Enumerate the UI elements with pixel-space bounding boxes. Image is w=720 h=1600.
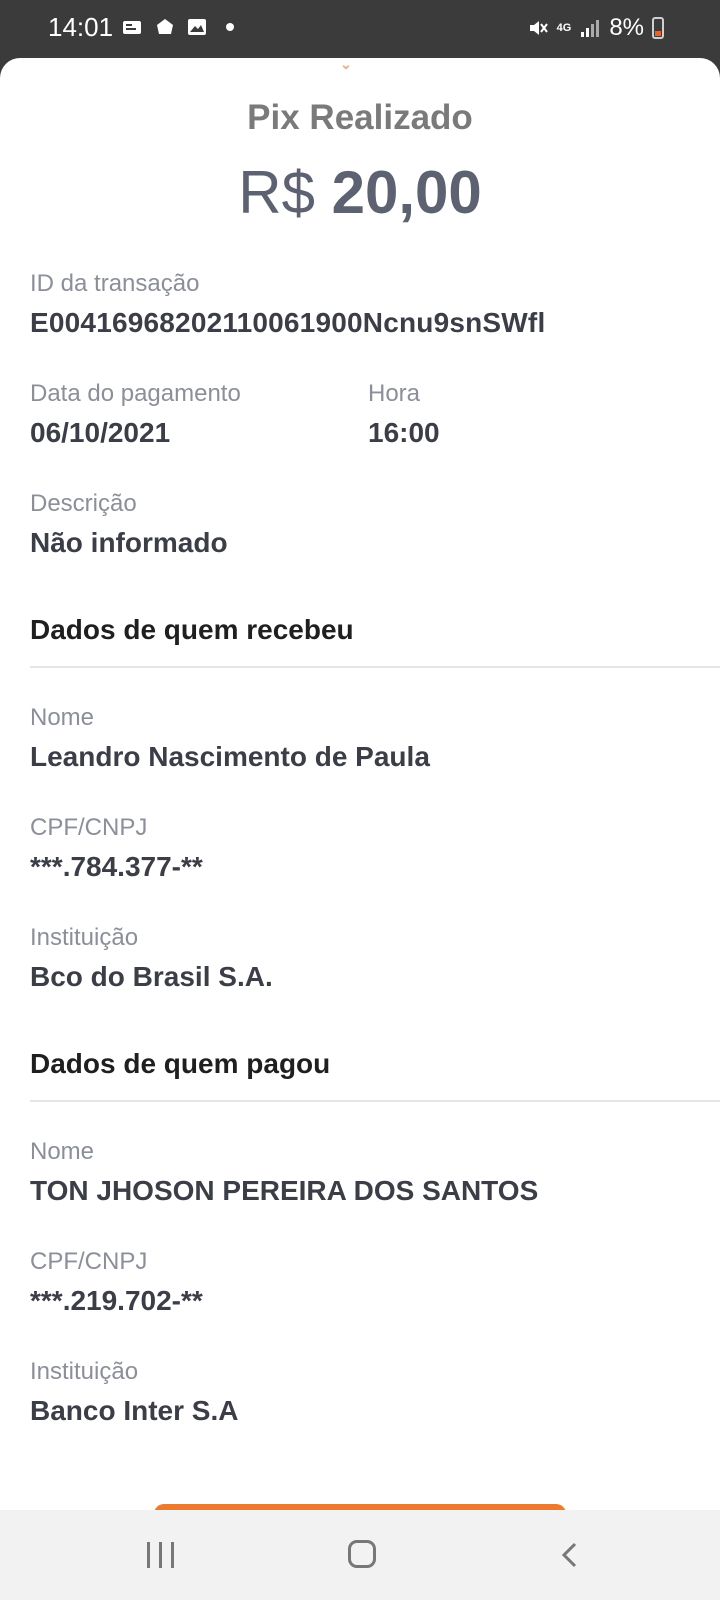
- payer-divider: [30, 1100, 720, 1102]
- recipient-name-label: Nome: [30, 704, 95, 731]
- status-bar: 14:01 4G 8%: [0, 0, 720, 58]
- back-button[interactable]: [555, 1540, 585, 1570]
- recipient-doc-value: ***.784.377-**: [30, 851, 203, 882]
- home-button[interactable]: [348, 1540, 376, 1568]
- payer-name-field: Nome TON JHOSON PEREIRA DOS SANTOS: [30, 1138, 538, 1208]
- recipient-name-field: Nome Leandro Nascimento de Paula: [30, 704, 430, 774]
- network-type: 4G: [556, 21, 572, 34]
- status-notification-icons: [122, 16, 234, 38]
- description-label: Descrição: [30, 490, 137, 517]
- dot-icon: [226, 23, 234, 31]
- payer-doc-field: CPF/CNPJ ***.219.702-**: [30, 1248, 203, 1318]
- recipient-institution-label: Instituição: [30, 924, 139, 951]
- signal-icon: [581, 20, 600, 37]
- payer-institution-value: Banco Inter S.A: [30, 1395, 239, 1426]
- recipient-divider: [30, 666, 720, 668]
- transaction-id-value: E00416968202110061900Ncnu9snSWfl: [30, 307, 546, 338]
- recipient-institution-field: Instituição Bco do Brasil S.A.: [30, 924, 273, 994]
- recipient-doc-field: CPF/CNPJ ***.784.377-**: [30, 814, 203, 884]
- recents-bar-icon: [147, 1542, 150, 1568]
- payment-date-label: Data do pagamento: [30, 380, 241, 407]
- recents-bar-icon: [159, 1542, 162, 1568]
- transaction-id-field: ID da transação E00416968202110061900Ncn…: [30, 270, 545, 340]
- mute-icon: [529, 21, 548, 35]
- payer-name-value: TON JHOSON PEREIRA DOS SANTOS: [30, 1175, 539, 1206]
- payment-date-value: 06/10/2021: [30, 417, 171, 448]
- payer-section-title: Dados de quem pagou: [30, 1048, 331, 1079]
- description-field: Descrição Não informado: [30, 490, 228, 560]
- receipt-title: Pix Realizado: [247, 98, 473, 137]
- recent-apps-button[interactable]: [147, 1542, 174, 1568]
- payer-doc-label: CPF/CNPJ: [30, 1248, 148, 1275]
- payment-date-field: Data do pagamento 06/10/2021: [30, 380, 241, 450]
- payment-time-label: Hora: [368, 380, 421, 407]
- amount-currency: R$: [238, 159, 315, 226]
- image-icon: [188, 19, 206, 35]
- payer-doc-value: ***.219.702-**: [30, 1285, 203, 1316]
- recipient-name-value: Leandro Nascimento de Paula: [30, 741, 430, 772]
- navigation-bar: [0, 1510, 720, 1600]
- battery-icon: [652, 17, 664, 39]
- recipient-institution-value: Bco do Brasil S.A.: [30, 961, 273, 992]
- payer-institution-label: Instituição: [30, 1358, 139, 1385]
- receipt-amount: R$ 20,00: [0, 158, 720, 227]
- transaction-id-label: ID da transação: [30, 270, 200, 297]
- payment-time-field: Hora 16:00: [368, 380, 440, 450]
- recents-bar-icon: [171, 1542, 174, 1568]
- receipt-card: ⌄ Pix Realizado R$ 20,00 ID da transação…: [0, 58, 720, 1510]
- payment-time-value: 16:00: [368, 417, 440, 448]
- notification-icon: [123, 21, 141, 34]
- status-system-icons: 4G 8%: [527, 14, 664, 42]
- payer-institution-field: Instituição Banco Inter S.A: [30, 1358, 238, 1428]
- amount-value: 20,00: [331, 159, 482, 226]
- status-time: 14:01: [48, 12, 114, 42]
- recipient-section-title: Dados de quem recebeu: [30, 614, 354, 645]
- description-value: Não informado: [30, 527, 228, 558]
- notification-icon: [157, 19, 173, 34]
- payer-name-label: Nome: [30, 1138, 95, 1165]
- decorative-mark-icon: ⌄: [340, 58, 352, 72]
- recipient-doc-label: CPF/CNPJ: [30, 814, 148, 841]
- battery-percentage: 8%: [609, 14, 644, 41]
